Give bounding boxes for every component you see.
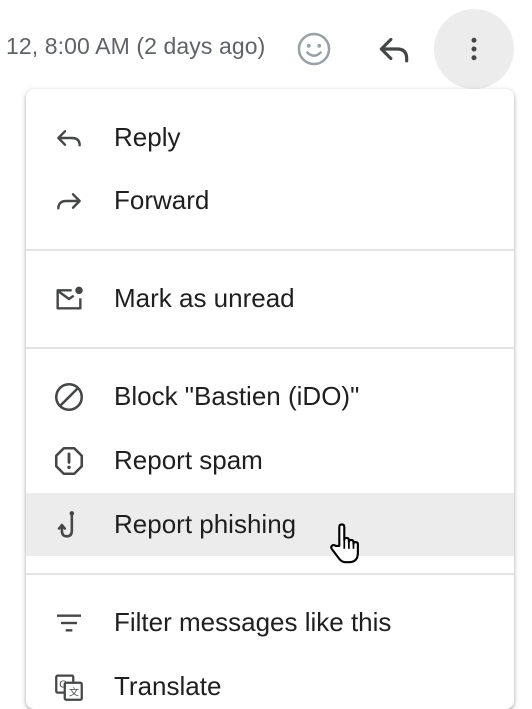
menu-item-label: Filter messages like this bbox=[114, 607, 392, 637]
emoji-icon bbox=[297, 32, 331, 66]
menu-divider bbox=[26, 573, 514, 575]
emoji-reaction-button[interactable] bbox=[294, 29, 334, 69]
svg-text:文: 文 bbox=[69, 686, 79, 699]
menu-item-label: Reply bbox=[114, 122, 181, 152]
menu-item-label: Translate bbox=[114, 671, 222, 701]
more-vert-icon bbox=[471, 37, 477, 61]
menu-item-label: Report phishing bbox=[114, 509, 297, 539]
menu-divider bbox=[26, 347, 514, 349]
menu-item-translate[interactable]: G 文 Translate bbox=[26, 655, 514, 709]
message-header: 12, 8:00 AM (2 days ago) bbox=[0, 0, 532, 90]
svg-text:G: G bbox=[59, 680, 67, 691]
reply-icon bbox=[379, 37, 409, 63]
block-icon bbox=[50, 380, 88, 414]
hand-cursor-icon bbox=[330, 523, 359, 564]
menu-divider bbox=[26, 249, 514, 251]
menu-item-label: Forward bbox=[114, 185, 210, 215]
mark-unread-icon bbox=[50, 282, 88, 316]
menu-item-report-phishing[interactable]: Report phishing bbox=[26, 493, 514, 556]
menu-item-block-sender[interactable]: Block "Bastien (iDO)" bbox=[26, 365, 514, 428]
report-spam-icon bbox=[50, 444, 88, 478]
menu-item-report-spam[interactable]: Report spam bbox=[26, 429, 514, 492]
message-timestamp: 12, 8:00 AM (2 days ago) bbox=[6, 33, 266, 59]
menu-item-reply[interactable]: Reply bbox=[26, 106, 514, 169]
menu-item-label: Mark as unread bbox=[114, 283, 295, 313]
menu-item-forward[interactable]: Forward bbox=[26, 169, 514, 232]
translate-icon: G 文 bbox=[50, 670, 88, 704]
reply-icon bbox=[50, 121, 88, 155]
more-options-menu: Reply Forward Mark as unread Block "Bast… bbox=[26, 89, 514, 709]
menu-item-label: Block "Bastien (iDO)" bbox=[114, 381, 360, 411]
filter-icon bbox=[50, 606, 88, 640]
more-options-button[interactable] bbox=[434, 9, 514, 89]
reply-button[interactable] bbox=[373, 29, 415, 69]
menu-item-filter-messages[interactable]: Filter messages like this bbox=[26, 591, 514, 654]
menu-item-mark-unread[interactable]: Mark as unread bbox=[26, 267, 514, 330]
phishing-hook-icon bbox=[50, 508, 88, 542]
forward-icon bbox=[50, 184, 88, 218]
menu-item-label: Report spam bbox=[114, 445, 263, 475]
